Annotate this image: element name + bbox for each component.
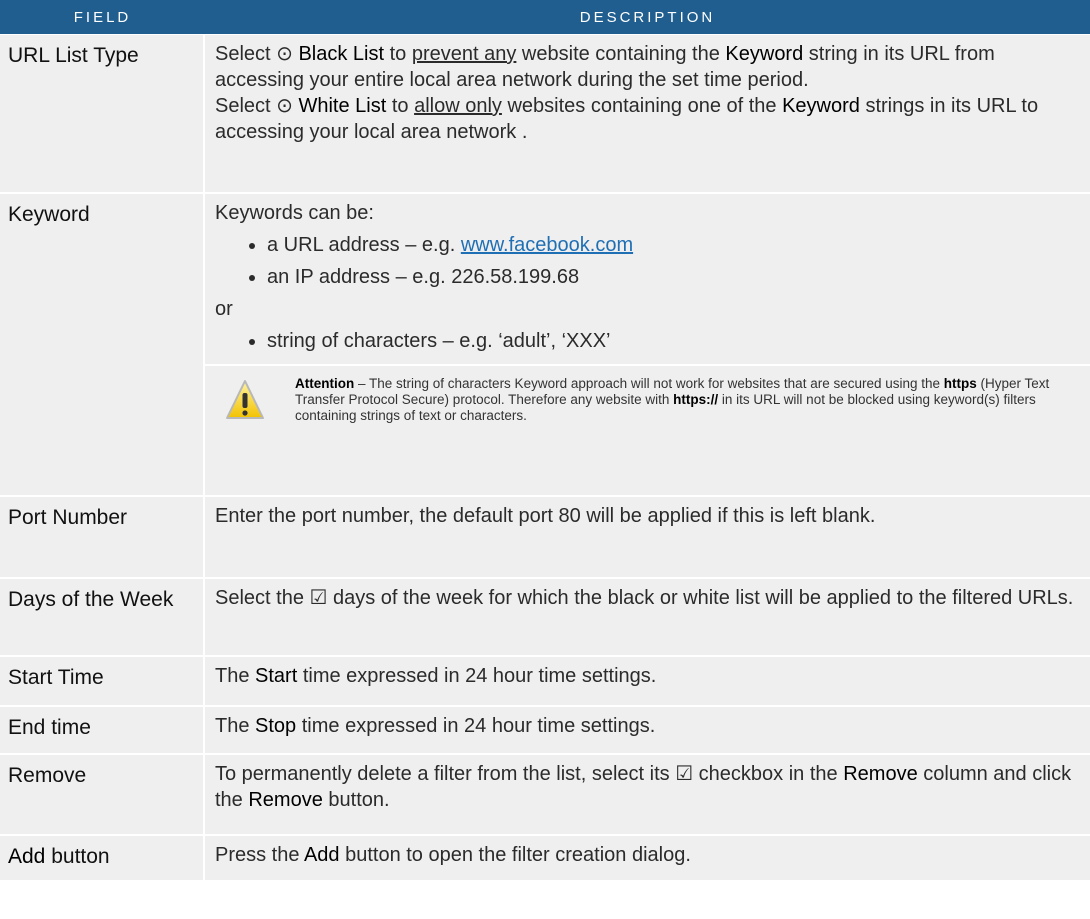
- add-term: Add: [8, 845, 46, 868]
- field-label: URL List Type: [0, 35, 205, 192]
- stop-term: Stop: [255, 715, 297, 737]
- table-header: FIELD DESCRIPTION: [0, 0, 1090, 35]
- table-row-add-button: Add button Press the Add button to open …: [0, 836, 1090, 880]
- black-list-paragraph: Select ⊙ Black List to prevent any websi…: [215, 41, 1082, 93]
- field-label: Add button: [0, 836, 205, 880]
- or-text: or: [215, 298, 233, 320]
- list-item: an IP address – e.g. 226.58.199.68: [267, 264, 1082, 290]
- list-item: string of characters – e.g. ‘adult’, ‘XX…: [267, 328, 1082, 354]
- keyword-intro: Keywords can be:: [215, 202, 374, 224]
- field-description: Select the ☑ days of the week for which …: [215, 587, 1074, 609]
- attention-note: Attention – The string of characters Key…: [205, 364, 1090, 436]
- field-description: The Stop time expressed in 24 hour time …: [205, 707, 1090, 753]
- text: The: [215, 715, 256, 737]
- field-description: Keywords can be: a URL address – e.g. ww…: [205, 194, 1090, 495]
- table-row-keyword: Keyword Keywords can be: a URL address –…: [0, 194, 1090, 497]
- table-row-days-of-week: Days of the Week Select the ☑ days of th…: [0, 579, 1090, 657]
- table-row-url-list-type: URL List Type Select ⊙ Black List to pre…: [0, 35, 1090, 194]
- add-term: Add: [303, 844, 340, 866]
- keyword-term: Keyword: [725, 43, 804, 65]
- header-description: DESCRIPTION: [579, 8, 716, 26]
- text: button: [45, 845, 110, 868]
- table-row-remove: Remove To permanently delete a filter fr…: [0, 755, 1090, 836]
- field-description: Select ⊙ Black List to prevent any websi…: [205, 35, 1090, 192]
- text: time expressed in 24 hour time settings.: [296, 715, 656, 737]
- keyword-examples-list-2: string of characters – e.g. ‘adult’, ‘XX…: [215, 328, 1082, 354]
- field-description: The Start time expressed in 24 hour time…: [205, 657, 1090, 705]
- field-label: Keyword: [0, 194, 205, 495]
- header-field: FIELD: [73, 8, 132, 26]
- remove-term: Remove: [843, 763, 918, 785]
- table-row-end-time: End time The Stop time expressed in 24 h…: [0, 707, 1090, 755]
- warning-triangle-icon: [226, 380, 264, 419]
- text: to: [386, 95, 415, 117]
- field-description: Enter the port number, the default port …: [215, 505, 876, 527]
- field-label: Port Number: [0, 497, 205, 577]
- start-term: Start: [255, 665, 298, 687]
- text: Select ⊙: [215, 95, 299, 117]
- facebook-link[interactable]: www.facebook.com: [461, 234, 633, 256]
- field-label: Remove: [0, 755, 205, 834]
- https-term: https: [943, 376, 977, 391]
- text: – The string of characters Keyword appro…: [354, 376, 944, 391]
- attention-label: Attention: [295, 376, 355, 391]
- allow-only-term: allow only: [414, 95, 502, 117]
- text: button.: [322, 789, 390, 811]
- white-list-term: White List: [298, 95, 387, 117]
- text: The: [215, 665, 256, 687]
- text: time expressed in 24 hour time settings.: [297, 665, 657, 687]
- list-item: a URL address – e.g. www.facebook.com: [267, 232, 1082, 258]
- keyword-term: Keyword: [782, 95, 860, 117]
- field-description-table: FIELD DESCRIPTION URL List Type Select ⊙…: [0, 0, 1090, 880]
- text: to: [384, 43, 412, 65]
- text: Press the: [215, 844, 304, 866]
- field-label: End time: [0, 707, 205, 753]
- field-label: Start Time: [0, 657, 205, 705]
- text: To permanently delete a filter from the …: [215, 763, 844, 785]
- text: a URL address – e.g.: [267, 234, 461, 256]
- remove-term: Remove: [248, 789, 323, 811]
- field-description: To permanently delete a filter from the …: [205, 755, 1090, 834]
- attention-text: Attention – The string of characters Key…: [295, 376, 1070, 424]
- black-list-term: Black List: [298, 43, 385, 65]
- field-description: Press the Add button to open the filter …: [205, 836, 1090, 880]
- table-row-port-number: Port Number Enter the port number, the d…: [0, 497, 1090, 579]
- text: button to open the filter creation dialo…: [339, 844, 691, 866]
- white-list-paragraph: Select ⊙ White List to allow only websit…: [215, 93, 1082, 145]
- text: websites containing one of the: [501, 95, 783, 117]
- text: website containing the: [516, 43, 726, 65]
- https-prefix-term: https://: [673, 392, 719, 407]
- keyword-examples-list: a URL address – e.g. www.facebook.com an…: [215, 232, 1082, 290]
- text: Select ⊙: [215, 43, 299, 65]
- table-row-start-time: Start Time The Start time expressed in 2…: [0, 657, 1090, 707]
- prevent-any-term: prevent any: [411, 43, 517, 65]
- field-label: Days of the Week: [0, 579, 205, 655]
